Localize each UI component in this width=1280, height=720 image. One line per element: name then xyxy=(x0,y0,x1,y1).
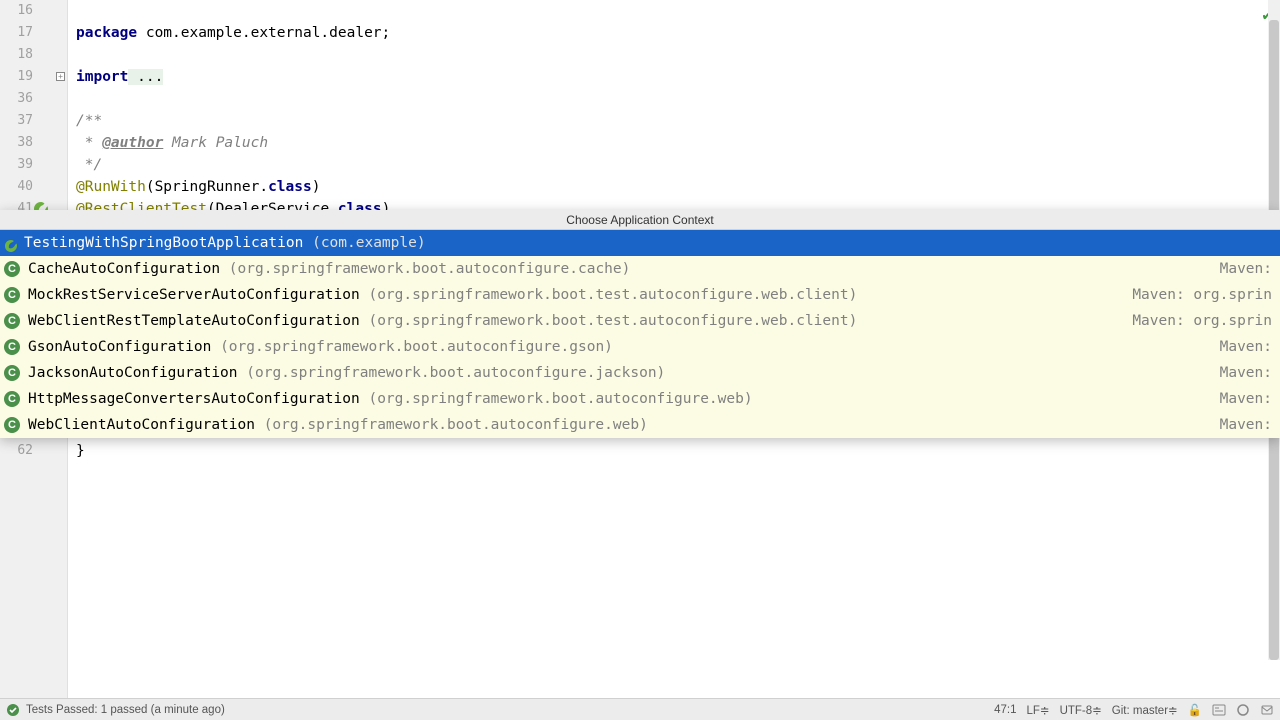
popup-item-name: CacheAutoConfiguration xyxy=(28,256,229,282)
popup-item-source: Maven: org.sprin xyxy=(1132,308,1272,334)
line-number: 37 xyxy=(0,110,67,132)
line-number: 19+ xyxy=(0,66,67,88)
popup-item[interactable]: C WebClientAutoConfiguration (org.springf… xyxy=(0,412,1280,438)
popup-item-name: WebClientRestTemplateAutoConfiguration xyxy=(28,308,368,334)
popup-item-source: Maven: xyxy=(1220,256,1272,282)
popup-item-package: (org.springframework.boot.autoconfigure.… xyxy=(368,386,752,412)
popup-item-package: (org.springframework.boot.autoconfigure.… xyxy=(246,360,665,386)
readonly-toggle-icon[interactable]: 🔓 xyxy=(1188,703,1202,717)
popup-item-package: (org.springframework.boot.autoconfigure.… xyxy=(220,334,613,360)
class-icon: C xyxy=(4,313,20,329)
popup-title: Choose Application Context xyxy=(0,210,1280,230)
popup-item-source: Maven: org.sprin xyxy=(1132,282,1272,308)
popup-item-name: HttpMessageConvertersAutoConfiguration xyxy=(28,386,368,412)
popup-item-source: Maven: xyxy=(1220,386,1272,412)
popup-item-name: TestingWithSpringBootApplication xyxy=(24,230,312,256)
line-number: 18 xyxy=(0,44,67,66)
popup-item-source: Maven: xyxy=(1220,334,1272,360)
popup-item-name: JacksonAutoConfiguration xyxy=(28,360,246,386)
line-separator[interactable]: LF≑ xyxy=(1027,703,1050,717)
notifications-icon[interactable] xyxy=(1260,703,1274,717)
class-icon: C xyxy=(4,339,20,355)
class-icon: C xyxy=(4,391,20,407)
inspection-profile-icon[interactable] xyxy=(1212,703,1226,717)
line-number: 62 xyxy=(0,440,67,462)
popup-item-package: (com.example) xyxy=(312,230,426,256)
popup-item-source: Maven: xyxy=(1220,360,1272,386)
caret-position[interactable]: 47:1 xyxy=(994,704,1016,716)
git-branch[interactable]: Git: master≑ xyxy=(1112,703,1178,717)
popup-item[interactable]: C CacheAutoConfiguration (org.springframe… xyxy=(0,256,1280,282)
line-number: 17 xyxy=(0,22,67,44)
file-encoding[interactable]: UTF-8≑ xyxy=(1060,703,1102,717)
popup-item-source: Maven: xyxy=(1220,412,1272,438)
popup-item-name: GsonAutoConfiguration xyxy=(28,334,220,360)
line-number: 16 xyxy=(0,0,67,22)
spring-leaf-icon xyxy=(4,236,18,250)
popup-item-package: (org.springframework.boot.autoconfigure.… xyxy=(264,412,648,438)
status-tests-icon xyxy=(6,703,20,717)
popup-item[interactable]: CWebClientRestTemplateAutoConfiguration … xyxy=(0,308,1280,334)
choose-application-context-popup: Choose Application Context TestingWithSp… xyxy=(0,210,1280,438)
class-icon: C xyxy=(4,287,20,303)
popup-item[interactable]: CMockRestServiceServerAutoConfiguration … xyxy=(0,282,1280,308)
line-number: 38 xyxy=(0,132,67,154)
line-number: 40 xyxy=(0,176,67,198)
popup-item[interactable]: C JacksonAutoConfiguration (org.springfra… xyxy=(0,360,1280,386)
line-number: 39 xyxy=(0,154,67,176)
popup-item-package: (org.springframework.boot.test.autoconfi… xyxy=(368,282,857,308)
popup-item[interactable]: TestingWithSpringBootApplication (com.ex… xyxy=(0,230,1280,256)
popup-item-name: WebClientAutoConfiguration xyxy=(28,412,264,438)
status-tests-text: Tests Passed: 1 passed (a minute ago) xyxy=(26,704,225,716)
class-icon: C xyxy=(4,365,20,381)
goto-line-icon[interactable] xyxy=(1236,703,1250,717)
status-bar: Tests Passed: 1 passed (a minute ago) 47… xyxy=(0,698,1280,720)
popup-item[interactable]: CHttpMessageConvertersAutoConfiguration … xyxy=(0,386,1280,412)
line-number: 36 xyxy=(0,88,67,110)
class-icon: C xyxy=(4,417,20,433)
popup-item-package: (org.springframework.boot.autoconfigure.… xyxy=(229,256,631,282)
class-icon: C xyxy=(4,261,20,277)
code-editor[interactable]: 16 17 18 19+ 36 37 38 39 40 41 52 53 54 … xyxy=(0,0,1280,698)
popup-item-name: MockRestServiceServerAutoConfiguration xyxy=(28,282,368,308)
popup-item[interactable]: C GsonAutoConfiguration (org.springframew… xyxy=(0,334,1280,360)
popup-item-package: (org.springframework.boot.test.autoconfi… xyxy=(368,308,857,334)
fold-toggle-icon[interactable]: + xyxy=(56,72,65,81)
